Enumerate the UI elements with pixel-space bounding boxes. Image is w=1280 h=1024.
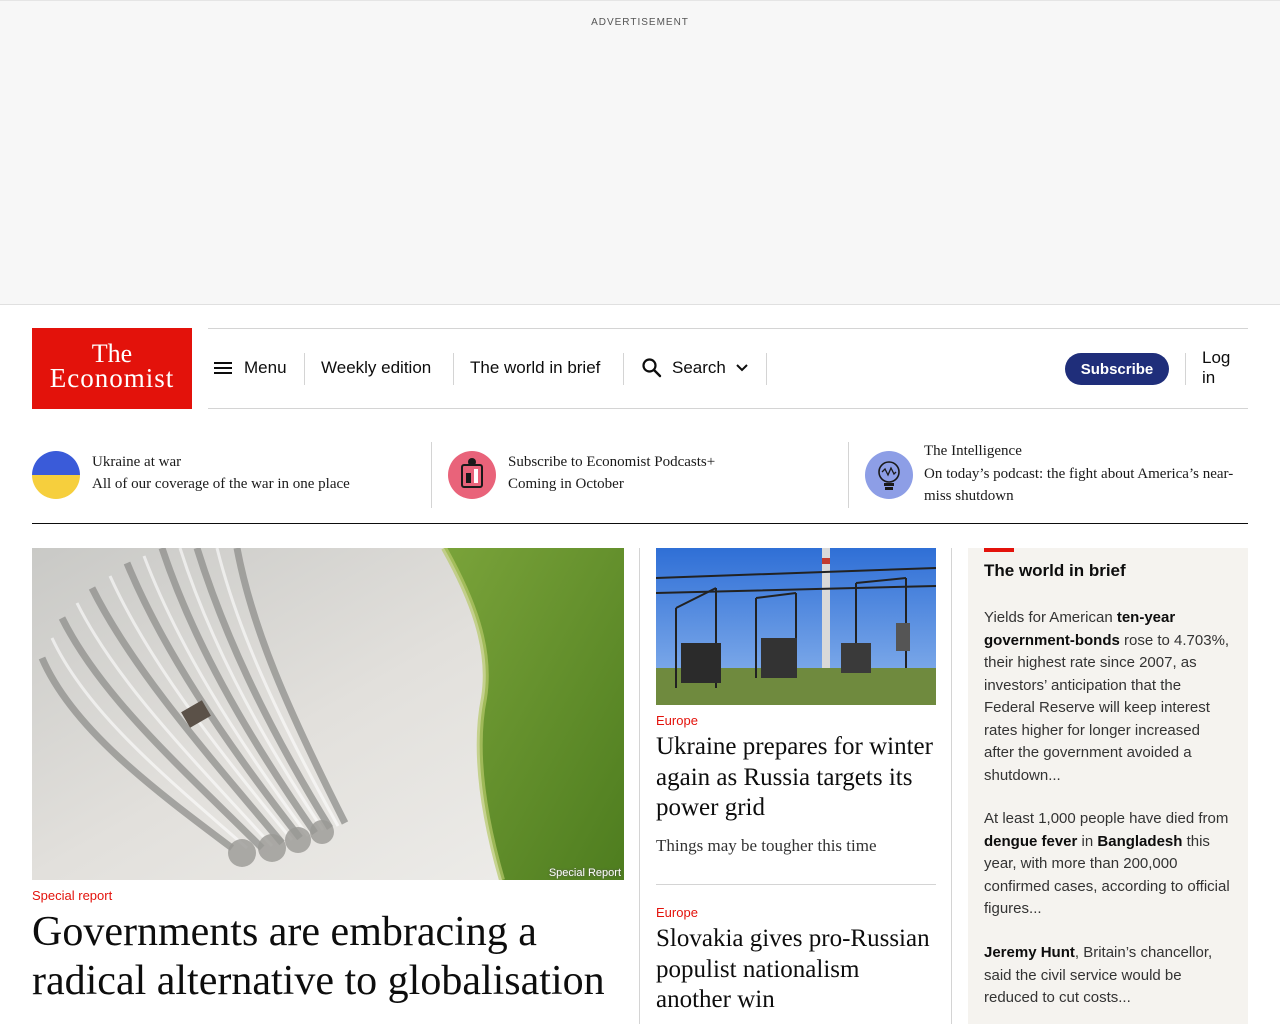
article-kicker[interactable]: Europe: [656, 905, 698, 920]
nav-divider: [623, 353, 624, 385]
promo-subtitle: Coming in October: [508, 476, 624, 492]
search-button[interactable]: Search: [641, 353, 749, 383]
column-divider: [951, 548, 952, 1024]
brief-item[interactable]: At least 1,000 people have died from den…: [984, 808, 1234, 921]
promo-subtitle: On today’s podcast: the fight about Amer…: [924, 466, 1234, 504]
promo-title: The Intelligence: [924, 443, 1022, 459]
promo-ukraine-at-war[interactable]: Ukraine at war All of our coverage of th…: [32, 440, 422, 510]
chevron-down-icon: [736, 364, 748, 372]
podcast-illustration-icon: [448, 451, 496, 499]
promo-divider: [848, 442, 849, 508]
promo-subtitle: All of our coverage of the war in one pl…: [92, 476, 350, 492]
login-link[interactable]: Log in: [1202, 348, 1248, 387]
ukraine-flag-icon: [32, 451, 80, 499]
advertisement-banner: ADVERTISEMENT: [0, 0, 1280, 305]
article-kicker[interactable]: Europe: [656, 713, 698, 728]
main-navigation: Menu Weekly edition The world in brief S…: [208, 328, 1248, 409]
nav-divider: [304, 353, 305, 385]
mining-aerial-illustration: [32, 548, 624, 880]
promo-divider: [431, 442, 432, 508]
brief-item[interactable]: Yields for American ten-year government-…: [984, 607, 1234, 787]
economist-logo[interactable]: The Economist: [32, 328, 192, 409]
menu-label: Menu: [244, 358, 287, 377]
lightbulb-icon: [865, 451, 913, 499]
weekly-edition-link[interactable]: Weekly edition: [321, 353, 431, 383]
lead-story-image[interactable]: Special Report: [32, 548, 624, 880]
hamburger-menu-icon: [214, 361, 234, 375]
ukraine-power-grid-image[interactable]: [656, 548, 936, 705]
promo-title: Subscribe to Economist Podcasts+: [508, 454, 716, 470]
nav-divider: [1185, 353, 1186, 385]
promo-title: Ukraine at war: [92, 454, 182, 470]
article-headline[interactable]: Ukraine prepares for winter again as Rus…: [656, 732, 936, 824]
logo-line-economist: Economist: [49, 363, 175, 393]
search-label: Search: [672, 358, 726, 377]
column-divider: [639, 548, 640, 1024]
power-substation-illustration: [656, 548, 936, 705]
lead-story-headline[interactable]: Governments are embracing a radical alte…: [32, 908, 624, 1006]
world-in-brief-link[interactable]: The world in brief: [470, 353, 600, 383]
search-icon: [642, 358, 662, 378]
article-divider: [656, 884, 936, 885]
brief-title[interactable]: The world in brief: [984, 561, 1126, 581]
article-headline[interactable]: Slovakia gives pro-Russian populist nati…: [656, 924, 936, 1016]
brief-item[interactable]: Jeremy Hunt, Britain’s chancellor, said …: [984, 942, 1234, 1010]
brief-accent-bar: [984, 548, 1014, 552]
promo-the-intelligence[interactable]: The Intelligence On today’s podcast: the…: [865, 440, 1248, 510]
promo-podcasts[interactable]: Subscribe to Economist Podcasts+ Coming …: [448, 440, 838, 510]
nav-divider: [453, 353, 454, 385]
lead-story-kicker[interactable]: Special report: [32, 888, 112, 903]
promo-strip: Ukraine at war All of our coverage of th…: [32, 440, 1248, 524]
menu-button[interactable]: Menu: [214, 353, 287, 383]
nav-divider: [766, 353, 767, 385]
image-caption: Special Report: [548, 867, 621, 879]
subscribe-button[interactable]: Subscribe: [1065, 353, 1169, 385]
ad-label: ADVERTISEMENT: [591, 17, 689, 28]
world-in-brief-panel: The world in brief Yields for American t…: [968, 548, 1248, 1024]
article-subtitle: Things may be tougher this time: [656, 836, 877, 855]
